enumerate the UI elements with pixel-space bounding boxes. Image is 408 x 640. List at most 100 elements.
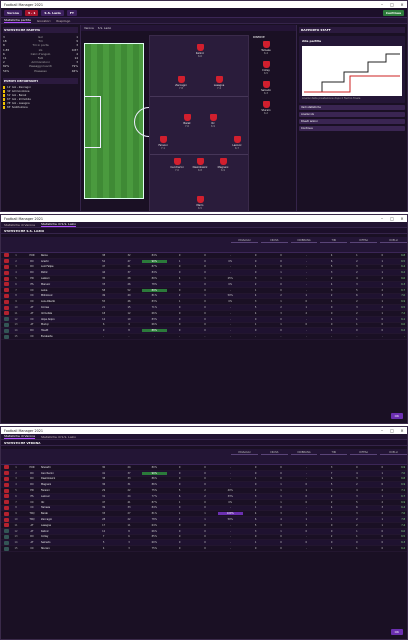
stat-cell: 0 bbox=[254, 483, 257, 487]
stat-values: 49 40 81% 2 1 50% 4 2 1 2 6 3 bbox=[91, 294, 399, 297]
player-marker[interactable]: Ilic 6.9 bbox=[204, 114, 222, 128]
ok-button[interactable]: OK bbox=[390, 413, 403, 419]
maximize-icon[interactable]: □ bbox=[387, 1, 397, 8]
player-name[interactable]: Ceccherini bbox=[41, 472, 91, 475]
player-marker[interactable]: Faraoni 7.1 bbox=[154, 136, 172, 150]
stat-cell: 1 bbox=[381, 477, 384, 481]
tab-home-stats[interactable]: Statistiche di Verona bbox=[4, 434, 35, 439]
maximize-icon[interactable]: □ bbox=[387, 215, 397, 222]
player-name[interactable]: Hoedt bbox=[41, 329, 91, 332]
player-position: AT bbox=[30, 529, 34, 533]
pitch-away-label[interactable]: S.S. Lazio bbox=[98, 26, 111, 30]
player-marker[interactable]: Barak 7.6 bbox=[178, 114, 196, 128]
tab-summary[interactable]: Riepilogo bbox=[56, 19, 70, 23]
xg-analysis-button[interactable]: Analisi xG bbox=[299, 112, 405, 117]
sub-marker[interactable]: Colley 6.5 bbox=[253, 61, 279, 75]
event-icon bbox=[3, 98, 5, 102]
player-name[interactable]: Marusic bbox=[41, 283, 91, 286]
pitch-home-label[interactable]: Verona bbox=[84, 26, 94, 30]
player-name[interactable]: Leiva bbox=[41, 289, 91, 292]
stat-values: 4 3 75% 0 0 - 0 0 - 1 1 0 bbox=[91, 547, 399, 550]
stat-cell: 0 bbox=[178, 323, 181, 327]
sub-marker[interactable]: Salcedo 6.3 bbox=[253, 81, 279, 95]
close-icon[interactable]: × bbox=[397, 427, 407, 434]
player-marker[interactable]: Kalinic 6.6 bbox=[191, 44, 209, 58]
player-name[interactable]: Sturaro bbox=[41, 547, 91, 550]
player-name[interactable]: Kalinic bbox=[41, 530, 91, 533]
close-icon[interactable]: × bbox=[397, 215, 407, 222]
player-name[interactable]: Barak bbox=[41, 512, 91, 515]
player-position: AT bbox=[30, 306, 34, 310]
player-name[interactable]: Reina bbox=[41, 254, 91, 257]
sub-marker[interactable]: Tameze 6.4 bbox=[253, 41, 279, 55]
player-name[interactable]: Magnani bbox=[41, 483, 91, 486]
shirt-icon bbox=[209, 114, 217, 121]
ok-button[interactable]: OK bbox=[390, 629, 403, 635]
player-name[interactable]: Milinkovic bbox=[41, 294, 91, 297]
player-rating: 6.7 bbox=[401, 494, 405, 498]
close-icon[interactable]: × bbox=[397, 1, 407, 8]
stat-cell: 0 bbox=[204, 311, 206, 315]
minimize-icon[interactable]: – bbox=[377, 215, 387, 222]
player-position: CC bbox=[30, 547, 34, 551]
stat-cell: - bbox=[280, 335, 282, 339]
replay-button[interactable]: Rivedi azioni bbox=[299, 119, 405, 124]
divider bbox=[150, 154, 248, 155]
player-name[interactable]: Zaccagni bbox=[41, 518, 91, 521]
player-name[interactable]: Muriqi bbox=[41, 323, 91, 326]
stat-cell: 1 bbox=[330, 512, 333, 516]
stat-cell: 5 bbox=[356, 500, 358, 504]
player-marker[interactable]: Magnani 6.9 bbox=[214, 158, 232, 172]
player-rating: 7.8 bbox=[401, 518, 405, 522]
player-name[interactable]: Silvestri bbox=[41, 466, 91, 469]
player-name[interactable]: Luis Alberto bbox=[41, 300, 91, 303]
player-name[interactable]: Colley bbox=[41, 535, 91, 538]
tab-stats[interactable]: Statistiche partita bbox=[4, 18, 31, 23]
view-stats-button[interactable]: Vedi statistiche bbox=[299, 105, 405, 110]
minimize-icon[interactable]: – bbox=[377, 427, 387, 434]
player-name[interactable]: Salcedo bbox=[41, 541, 91, 544]
player-name[interactable]: Tameze bbox=[41, 506, 91, 509]
player-marker[interactable]: Lasagna 7.4 bbox=[210, 76, 228, 90]
tab-away-stats[interactable]: Statistiche di S.S. Lazio bbox=[40, 222, 76, 227]
stat-cell: 0 bbox=[178, 271, 181, 275]
tab-players[interactable]: Giocatori bbox=[37, 19, 51, 23]
player-name[interactable]: Correa bbox=[41, 306, 91, 309]
player-position: DC bbox=[30, 483, 34, 487]
player-name[interactable]: Acerbi bbox=[41, 260, 91, 263]
player-name[interactable]: Faraoni bbox=[41, 489, 91, 492]
stat-cell: 78% bbox=[151, 282, 157, 286]
verona-stats-window: Football Manager 2021 – □ × Statistiche di… bbox=[0, 426, 408, 640]
player-number: 4 bbox=[15, 483, 17, 487]
player-marker[interactable]: Dawidowicz 6.8 bbox=[191, 158, 209, 172]
player-name[interactable]: Ilic bbox=[41, 501, 91, 504]
shirt-icon bbox=[233, 136, 241, 143]
stat-cell: 0 bbox=[280, 547, 282, 551]
table-row[interactable]: 15 CC Sturaro 4 3 75% 0 0 - 0 0 - 1 1 0 6.2 bbox=[1, 546, 407, 552]
player-name[interactable]: Lazzari bbox=[41, 277, 91, 280]
player-name[interactable]: Dawidowicz bbox=[41, 477, 91, 480]
stat-cell: - bbox=[229, 477, 231, 481]
stat-cell: 0 bbox=[381, 465, 384, 469]
player-name[interactable]: Luiz Felipe bbox=[41, 265, 91, 268]
stat-cell: - bbox=[229, 547, 231, 551]
player-name[interactable]: Patric bbox=[41, 271, 91, 274]
player-marker[interactable]: Ceccherini 7.0 bbox=[168, 158, 186, 172]
sub-marker[interactable]: Sturaro 6.2 bbox=[253, 101, 279, 115]
player-marker[interactable]: Zaccagni 7.8 bbox=[172, 76, 190, 90]
player-name[interactable]: Immobile bbox=[41, 312, 91, 315]
stat-values: 58 52 89% 0 0-1 0-3 5 2 bbox=[91, 288, 399, 292]
player-marker[interactable]: Lazovic 6.7 bbox=[228, 136, 246, 150]
player-name[interactable]: Lazovic bbox=[41, 495, 91, 498]
tab-away-stats[interactable]: Statistiche di S.S. Lazio bbox=[41, 435, 76, 439]
player-name[interactable]: Escalante bbox=[41, 335, 91, 338]
player-name[interactable]: Lasagna bbox=[41, 524, 91, 527]
minimize-icon[interactable]: – bbox=[377, 1, 387, 8]
maximize-icon[interactable]: □ bbox=[387, 427, 397, 434]
continue-button[interactable]: Continua bbox=[382, 9, 404, 16]
continue-panel-button[interactable]: Continua bbox=[299, 126, 405, 131]
player-name[interactable]: Akpa Akpro bbox=[41, 318, 91, 321]
table-row[interactable]: 15 CC Escalante - - - - - - - - - - - - - bbox=[1, 334, 407, 340]
player-marker[interactable]: Mario 6.5 bbox=[191, 196, 209, 210]
tab-home-stats[interactable]: Statistiche di Verona bbox=[4, 223, 35, 227]
